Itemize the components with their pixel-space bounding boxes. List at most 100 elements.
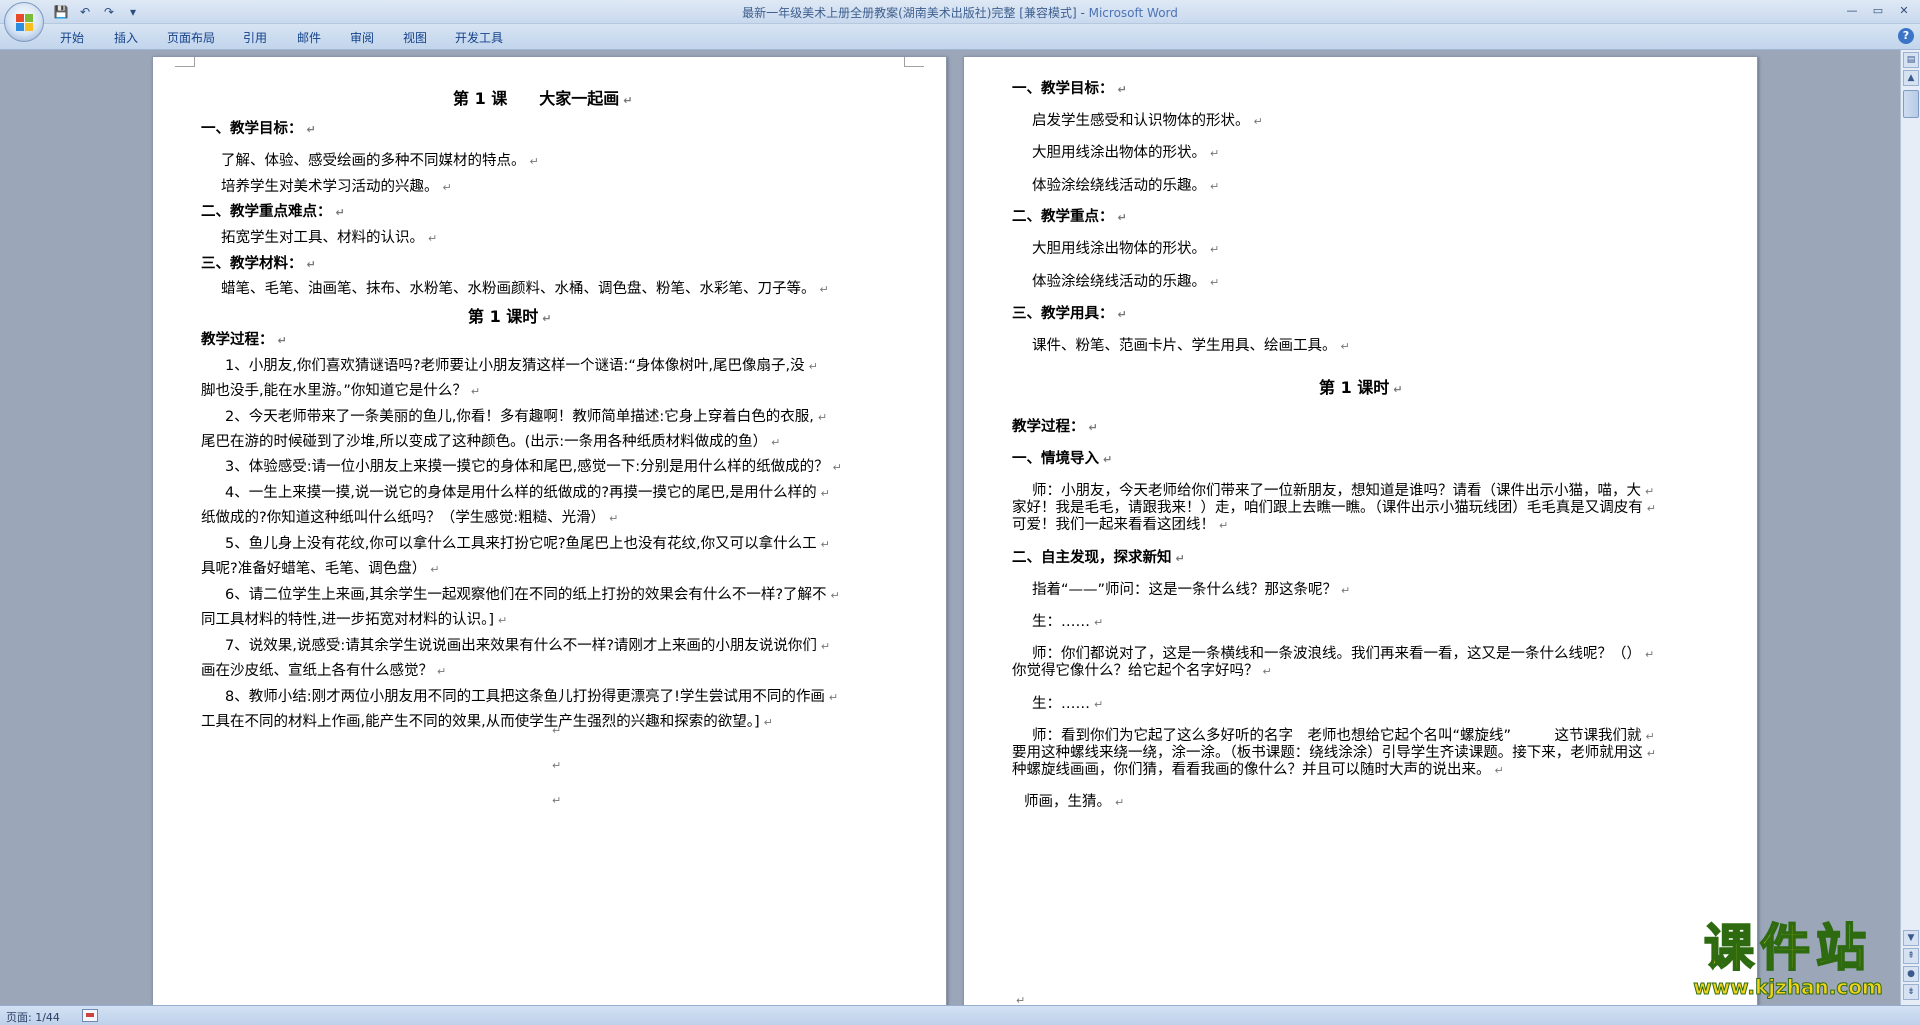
tab-review[interactable]: 审阅 [350, 29, 374, 46]
paragraph-mark: ↵ [428, 232, 438, 245]
vertical-scrollbar[interactable]: ▤ ▲ ▼ ⇞ ● ⇟ [1900, 50, 1920, 1005]
maximize-button[interactable]: ▭ [1866, 2, 1890, 20]
document-page-2[interactable]: 一、教学目标： ↵ 启发学生感受和认识物体的形状。 ↵ 大胆用线涂出物体的形状。 ↵ 体验涂… [963, 56, 1758, 1005]
page-2-paragraph-line: 体验涂绘绕线活动的乐趣。 ↵ [1032, 174, 1219, 195]
line-text: 体验涂绘绕线活动的乐趣。 [1032, 178, 1206, 194]
office-button[interactable] [4, 2, 44, 42]
line-text: 4、一生上来摸一摸,说一说它的身体是用什么样的纸做成的?再摸一摸它的尾巴,是用什… [225, 485, 817, 501]
page-1-content: 第 1 课 大家一起画 ↵ 一、教学目标： ↵ 了解、体验、感受绘画的多种不同媒材的特… [153, 57, 948, 1005]
paragraph-mark: ↵ [442, 181, 452, 194]
tab-developer[interactable]: 开发工具 [455, 29, 503, 46]
page-2-paragraph-line: 生：…… ↵ [1032, 692, 1103, 713]
line-text: 指着“——”师问：这是一条什么线？那这条呢？ [1032, 582, 1338, 598]
paragraph-mark: ↵ [763, 716, 773, 729]
line-text: 1、小朋友,你们喜欢猜谜语吗?老师要让小朋友猜这样一个谜语:“身体像树叶,尾巴像… [225, 358, 805, 374]
paragraph-mark: ↵ [828, 691, 839, 704]
line-text: 7、说效果,说感受:请其余学生说说画出来效果有什么不一样?请刚才上来画的小朋友说… [225, 638, 817, 654]
line-text: 拓宽学生对工具、材料的认识。 [221, 230, 424, 246]
page-1-paragraph-line: 8、教师小结:刚才两位小朋友用不同的工具把这条鱼儿打扮得更漂亮了!学生尝试用不同… [225, 685, 838, 706]
app-name: Microsoft Word [1088, 6, 1178, 20]
line-text: 可爱！我们一起来看看这团线！ [1012, 517, 1215, 533]
paragraph-mark: ↵ [1117, 211, 1127, 224]
close-button[interactable]: ✕ [1892, 2, 1916, 20]
paragraph-mark: ↵ [1645, 648, 1655, 661]
line-text: 脚也没手,能在水里游。”你知道它是什么？ [201, 383, 467, 399]
line-text: 工具在不同的材料上作画,能产生不同的效果,从而使学生产生强烈的兴趣和探索的欲望。… [201, 714, 760, 730]
line-text: 二、自主发现，探求新知 [1012, 550, 1172, 566]
return-mark: ↵ [1016, 994, 1026, 1005]
line-text: 2、今天老师带来了一条美丽的鱼儿,你看！多有趣啊！教师简单描述:它身上穿着白色的… [225, 409, 814, 425]
line-text: 启发学生感受和认识物体的形状。 [1032, 113, 1250, 129]
line-text: 了解、体验、感受绘画的多种不同媒材的特点。 [221, 153, 526, 169]
paragraph-mark: ↵ [1094, 698, 1104, 711]
page-2-paragraph-line: 一、教学目标： ↵ [1012, 77, 1127, 98]
line-text: 师画，生猜。 [1024, 794, 1111, 810]
proofing-icon[interactable] [82, 1009, 98, 1022]
return-mark: ↵ [552, 724, 562, 737]
paragraph-mark: ↵ [817, 411, 828, 424]
page-2-paragraph-line: 师画，生猜。 ↵ [1024, 790, 1124, 811]
paragraph-mark: ↵ [1210, 276, 1220, 289]
paragraph-mark: ↵ [529, 155, 539, 168]
paragraph-mark: ↵ [1088, 421, 1098, 434]
line-text: 教学过程： [1012, 419, 1085, 435]
tab-references[interactable]: 引用 [243, 29, 267, 46]
page-1-paragraph-line: 蜡笔、毛笔、油画笔、抹布、水粉笔、水粉画颜料、水桶、调色盘、粉笔、水彩笔、刀子等… [221, 277, 829, 298]
page-1-paragraph-line: 1、小朋友,你们喜欢猜谜语吗?老师要让小朋友猜这样一个谜语:“身体像树叶,尾巴像… [225, 354, 818, 375]
office-logo-icon [16, 14, 34, 32]
paragraph-mark: ↵ [808, 360, 818, 373]
line-text: 一、情境导入 [1012, 451, 1099, 467]
paragraph-mark: ↵ [1494, 764, 1504, 777]
paragraph-mark: ↵ [820, 640, 831, 653]
tab-insert[interactable]: 插入 [114, 29, 138, 46]
line-text: 大胆用线涂出物体的形状。 [1032, 241, 1206, 257]
paragraph-mark: ↵ [1253, 115, 1263, 128]
help-icon[interactable]: ? [1898, 28, 1914, 44]
page-1-paragraph-line: 7、说效果,说感受:请其余学生说说画出来效果有什么不一样?请刚才上来画的小朋友说… [225, 634, 830, 655]
line-text: 你觉得它像什么？给它起个名字好吗？ [1012, 663, 1259, 679]
site-watermark: 课件站 www.kjzhan.com [1668, 919, 1908, 1000]
line-text: 6、请二位学生上来画,其余学生一起观察他们在不同的纸上打扮的效果会有什么不一样?… [225, 587, 827, 603]
line-text: 生：…… [1032, 614, 1090, 630]
tab-mailings[interactable]: 邮件 [297, 29, 321, 46]
paragraph-mark: ↵ [1115, 796, 1125, 809]
page-count[interactable]: 页面: 1/44 [6, 1009, 60, 1025]
title-bar: 💾 ↶ ↷ ▾ 最新一年级美术上册全册教案(湖南美术出版社)完整 [兼容模式] … [0, 0, 1920, 24]
tab-page-layout[interactable]: 页面布局 [167, 29, 215, 46]
paragraph-mark: ↵ [1219, 519, 1229, 532]
tab-home[interactable]: 开始 [60, 29, 84, 46]
ruler-toggle-icon[interactable]: ▤ [1903, 52, 1919, 68]
page-2-paragraph-line: 第 1 课时 ↵ [1319, 374, 1403, 398]
paragraph-mark: ↵ [1210, 180, 1220, 193]
tab-view[interactable]: 视图 [403, 29, 427, 46]
page-1-paragraph-line: 第 1 课时 ↵ [468, 303, 552, 327]
return-mark: ↵ [552, 759, 562, 772]
paragraph-mark: ↵ [430, 563, 440, 576]
line-text: 纸做成的?你知道这种纸叫什么纸吗？（学生感觉:粗糙、光滑） [201, 510, 606, 526]
paragraph-mark: ↵ [1646, 502, 1656, 515]
paragraph-mark: ↵ [335, 206, 345, 219]
window-title: 最新一年级美术上册全册教案(湖南美术出版社)完整 [兼容模式] - Micros… [0, 4, 1920, 21]
title-separator: - [1076, 6, 1089, 20]
paragraph-mark: ↵ [277, 334, 287, 347]
line-text: 教学过程： [201, 332, 274, 348]
paragraph-mark: ↵ [830, 589, 840, 602]
page-1-paragraph-line: 同工具材料的特性,进一步拓宽对材料的认识。] ↵ [201, 608, 507, 629]
paragraph-mark: ↵ [470, 385, 481, 398]
minimize-button[interactable]: — [1840, 2, 1864, 20]
page-1-paragraph-line: 二、教学重点难点： ↵ [201, 200, 345, 221]
paragraph-mark: ↵ [771, 436, 781, 449]
page-2-paragraph-line: 种螺旋线画画，你们猜，看看我画的像什么？并且可以随时大声的说出来。 ↵ [1012, 758, 1504, 779]
paragraph-mark: ↵ [1262, 665, 1272, 678]
document-page-1[interactable]: 第 1 课 大家一起画 ↵ 一、教学目标： ↵ 了解、体验、感受绘画的多种不同媒材的特… [152, 56, 947, 1005]
page-1-paragraph-line: 拓宽学生对工具、材料的认识。 ↵ [221, 226, 437, 247]
page-2-paragraph-line: 你觉得它像什么？给它起个名字好吗？ ↵ [1012, 659, 1272, 680]
page-1-paragraph-line: 尾巴在游的时候碰到了沙堆,所以变成了这种颜色。(出示:一条用各种纸质材料做成的鱼… [201, 430, 780, 451]
page-1-paragraph-line: 具呢?准备好蜡笔、毛笔、调色盘） ↵ [201, 557, 439, 578]
line-text: 3、体验感受:请一位小朋友上来摸一摸它的身体和尾巴,感觉一下:分别是用什么样的纸… [225, 459, 829, 475]
scroll-up-icon[interactable]: ▲ [1903, 70, 1919, 86]
scroll-thumb[interactable] [1903, 90, 1919, 118]
return-mark: ↵ [552, 794, 562, 807]
page-2-paragraph-line: 二、自主发现，探求新知 ↵ [1012, 546, 1185, 567]
line-text: 培养学生对美术学习活动的兴趣。 [221, 179, 439, 195]
